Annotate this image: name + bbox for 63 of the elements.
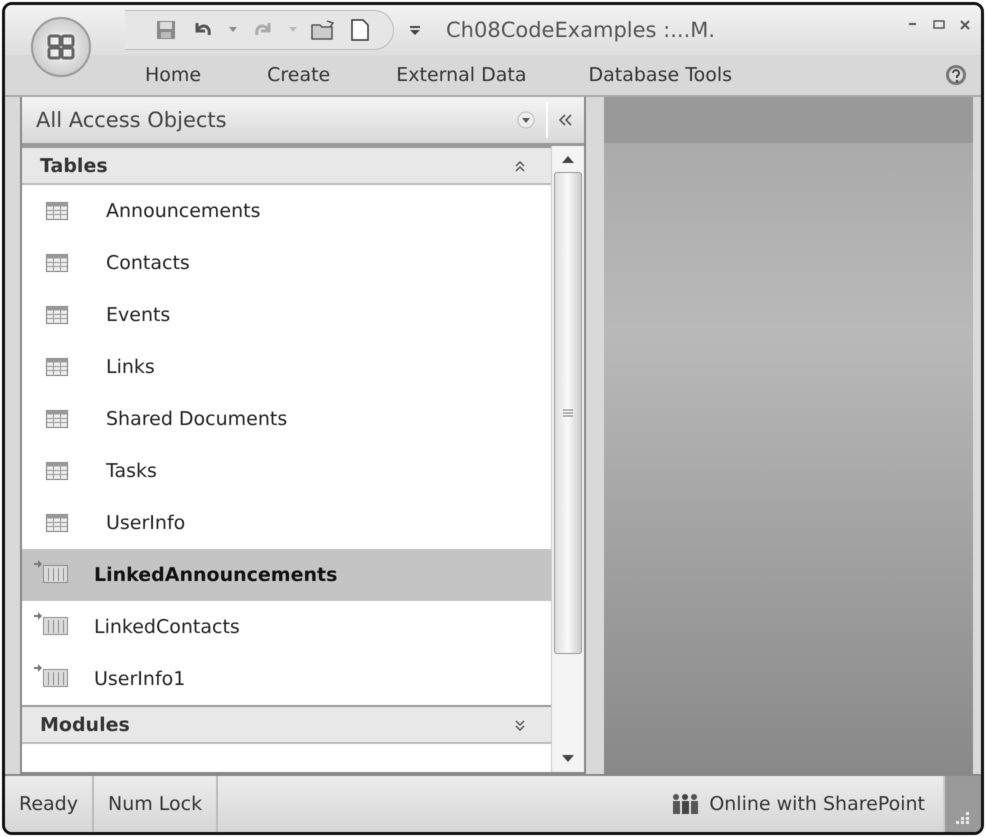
dropdown-icon[interactable] <box>516 110 536 130</box>
table-item[interactable]: Shared Documents <box>22 393 551 445</box>
status-text: Num Lock <box>94 776 218 832</box>
status-text: Online with SharePoint <box>708 793 926 815</box>
table-icon <box>46 254 68 272</box>
item-label: LinkedAnnouncements <box>94 564 338 586</box>
grip-icon <box>563 409 573 417</box>
item-label: LinkedContacts <box>94 616 240 638</box>
linked-table-icon <box>34 559 68 583</box>
document-icon[interactable] <box>351 19 369 41</box>
table-icon <box>46 202 68 220</box>
scroll-down-icon[interactable] <box>560 754 576 764</box>
group-header[interactable]: Modules <box>22 705 551 744</box>
item-label: Announcements <box>106 200 261 222</box>
ribbon-tab[interactable]: External Data <box>396 60 526 90</box>
close-icon[interactable] <box>959 19 971 31</box>
table-item[interactable]: Contacts <box>22 237 551 289</box>
resize-grip[interactable] <box>943 776 981 832</box>
grip-icon <box>956 810 970 824</box>
maximize-icon[interactable] <box>933 19 945 31</box>
item-label: Contacts <box>106 252 190 274</box>
save-icon[interactable] <box>155 19 177 41</box>
table-item[interactable]: LinkedContacts <box>22 601 551 653</box>
table-icon <box>46 306 68 324</box>
ribbon-tab[interactable]: Home <box>145 60 202 90</box>
table-item[interactable]: Events <box>22 289 551 341</box>
chevron-down-icon[interactable] <box>513 718 527 732</box>
scroll-up-icon[interactable] <box>560 154 576 164</box>
scrollbar[interactable] <box>551 146 584 772</box>
group-header[interactable]: Tables <box>22 146 551 185</box>
table-item[interactable]: LinkedAnnouncements <box>22 549 551 601</box>
caret-icon[interactable] <box>229 27 237 33</box>
people-icon <box>671 793 700 815</box>
table-item[interactable]: Links <box>22 341 551 393</box>
item-label: Tasks <box>106 460 157 482</box>
scroll-thumb[interactable] <box>554 172 582 654</box>
customize-icon[interactable] <box>410 25 420 35</box>
linked-table-icon <box>34 663 68 687</box>
table-icon <box>46 514 68 532</box>
table-item[interactable]: UserInfo <box>22 497 551 549</box>
folder-icon[interactable] <box>311 19 337 41</box>
table-icon <box>46 358 68 376</box>
collapse-pane-icon[interactable] <box>558 114 574 126</box>
group-label: Modules <box>40 714 131 736</box>
ribbon-tab[interactable]: Database Tools <box>588 60 732 90</box>
chevron-up-icon[interactable] <box>513 158 527 172</box>
window-title: Ch08CodeExamples :...M. <box>446 18 716 42</box>
ribbon-tab[interactable]: Create <box>267 60 330 90</box>
item-label: Links <box>106 356 155 378</box>
item-label: Events <box>106 304 170 326</box>
table-item[interactable]: UserInfo1 <box>22 653 551 705</box>
table-item[interactable]: Announcements <box>22 185 551 237</box>
pane-title[interactable]: All Access Objects <box>36 108 506 132</box>
table-item[interactable]: Tasks <box>22 445 551 497</box>
item-label: UserInfo <box>106 512 186 534</box>
item-label: Shared Documents <box>106 408 288 430</box>
help-icon[interactable] <box>945 64 967 86</box>
linked-table-icon <box>34 611 68 635</box>
group-label: Tables <box>40 154 109 176</box>
item-label: UserInfo1 <box>94 668 186 690</box>
status-text: Ready <box>5 776 94 832</box>
table-icon <box>46 462 68 480</box>
table-icon <box>46 410 68 428</box>
